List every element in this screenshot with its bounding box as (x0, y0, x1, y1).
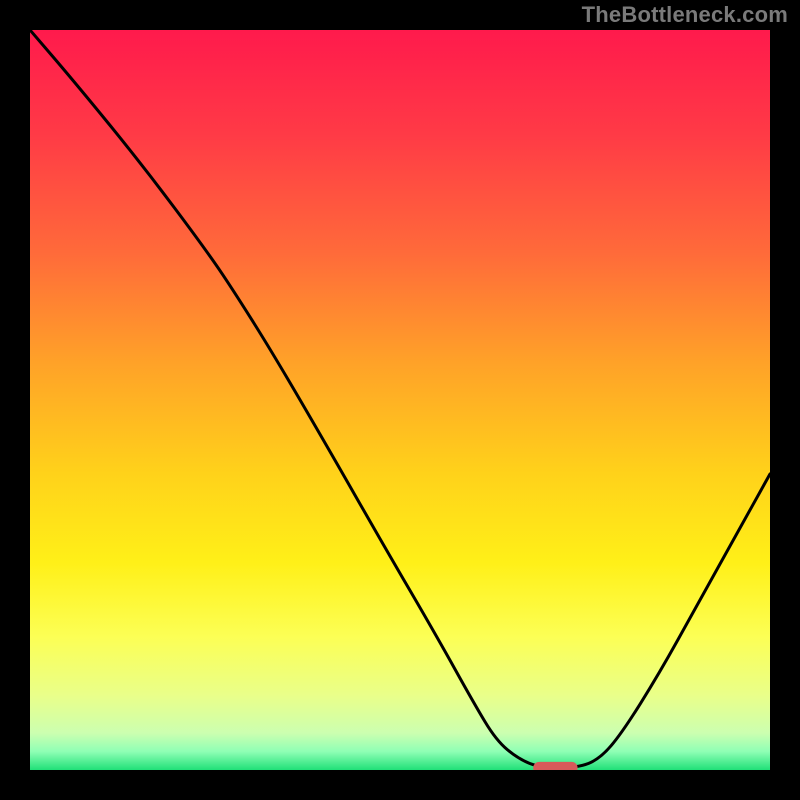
gradient-background (30, 30, 770, 770)
bottleneck-chart (30, 30, 770, 770)
optimum-marker (533, 762, 577, 770)
chart-container: TheBottleneck.com (0, 0, 800, 800)
watermark-text: TheBottleneck.com (582, 2, 788, 28)
plot-area (30, 30, 770, 770)
